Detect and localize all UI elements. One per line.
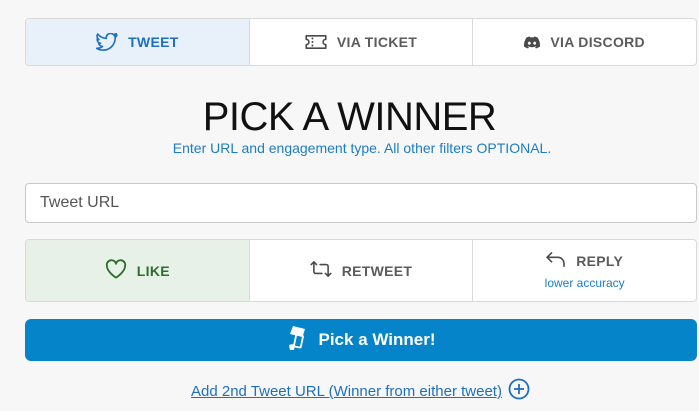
- page-subtitle: Enter URL and engagement type. All other…: [172, 140, 552, 156]
- pick-winner-button[interactable]: Pick a Winner!: [25, 319, 697, 361]
- tab-tweet-label: TWEET: [128, 34, 179, 50]
- plus-circle-icon: [508, 378, 530, 405]
- reply-accuracy-note: lower accuracy: [544, 275, 625, 290]
- retweet-icon: [310, 261, 332, 280]
- pick-winner-label: Pick a Winner!: [318, 330, 436, 349]
- engagement-options: LIKE RETWEET REPLY lower accuracy: [25, 239, 697, 302]
- tab-tweet[interactable]: TWEET: [26, 19, 250, 65]
- option-reply[interactable]: REPLY lower accuracy: [473, 240, 696, 301]
- discord-icon: [524, 36, 541, 49]
- option-retweet[interactable]: RETWEET: [250, 240, 474, 301]
- tab-via-discord[interactable]: VIA DISCORD: [473, 19, 696, 65]
- tab-via-ticket[interactable]: VIA TICKET: [250, 19, 474, 65]
- tweet-url-input[interactable]: [25, 183, 697, 223]
- add-second-tweet-label: Add 2nd Tweet URL (Winner from either tw…: [191, 383, 502, 400]
- add-second-tweet-link[interactable]: Add 2nd Tweet URL (Winner from either tw…: [191, 378, 530, 405]
- page: TWEET VIA TICKET VIA DISCORD PICK A WINN…: [0, 0, 699, 411]
- heart-icon: [105, 259, 127, 282]
- option-like-label: LIKE: [136, 262, 170, 279]
- twitter-bird-icon: [96, 33, 118, 51]
- ticket-hand-icon: [287, 325, 309, 356]
- option-like[interactable]: LIKE: [26, 240, 250, 301]
- reply-icon: [546, 251, 566, 271]
- source-tabs: TWEET VIA TICKET VIA DISCORD: [25, 18, 697, 66]
- tab-via-discord-label: VIA DISCORD: [550, 34, 645, 50]
- ticket-icon: [305, 34, 327, 50]
- tab-via-ticket-label: VIA TICKET: [336, 34, 418, 50]
- option-reply-label: REPLY: [576, 253, 624, 269]
- option-retweet-label: RETWEET: [341, 262, 413, 279]
- page-title: PICK A WINNER: [202, 95, 497, 139]
